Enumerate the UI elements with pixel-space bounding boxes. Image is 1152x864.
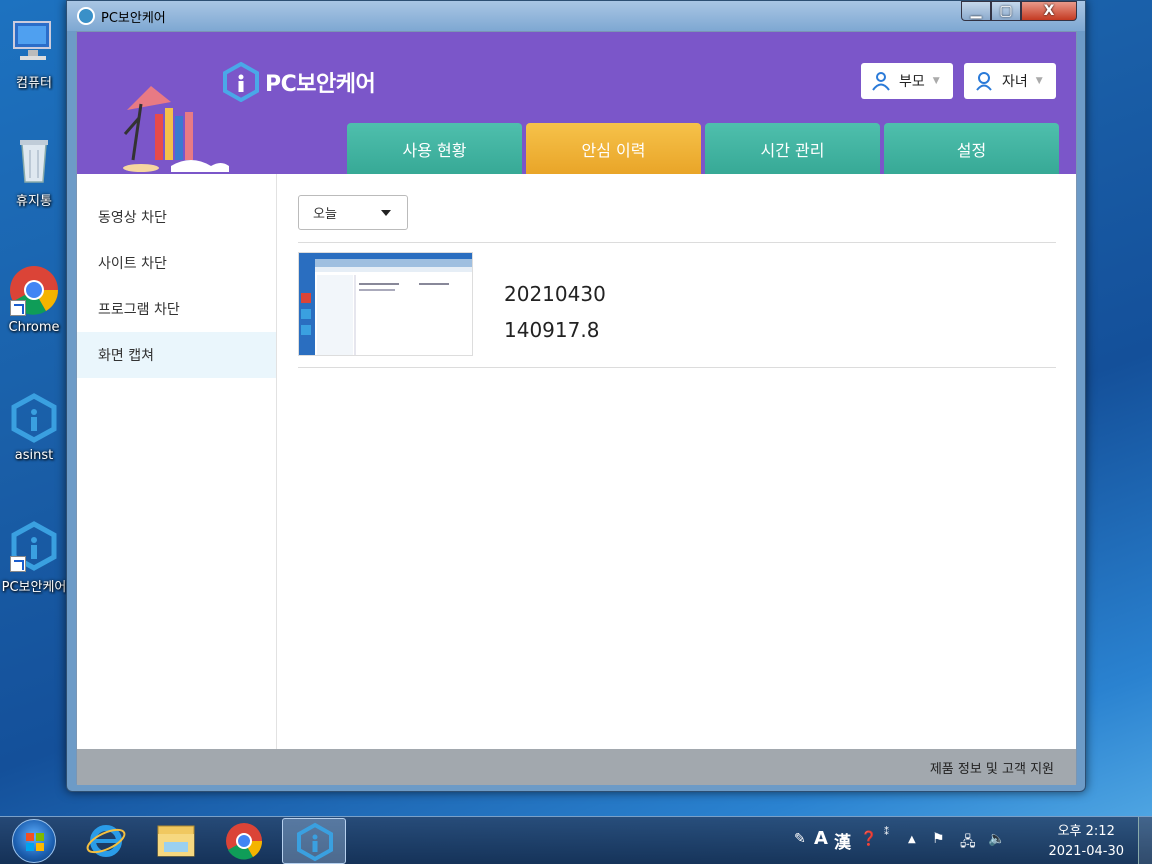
desktop-icon-computer[interactable]: 컴퓨터: [0, 16, 68, 91]
chrome-icon: [226, 823, 263, 860]
capture-info: 20210430 140917.8: [504, 276, 606, 348]
title-bar[interactable]: PC보안케어 ▁ ▢ X: [67, 1, 1085, 31]
parent-user-label: 부모: [899, 74, 925, 90]
pc-care-icon: [297, 822, 333, 862]
date-filter-value: 오늘: [313, 207, 337, 222]
maximize-button[interactable]: ▢: [991, 1, 1021, 21]
desktop-icon-pc-care[interactable]: PC보안케어: [0, 520, 68, 595]
chrome-icon: [8, 264, 60, 316]
child-icon: [976, 72, 992, 91]
maximize-icon: ▢: [999, 3, 1013, 19]
chevron-down-icon: [381, 210, 391, 216]
app-header: PC보안케어 부모 ▼ 자녀 ▼ 사용 현황 안심 이력 시간 관리 설정: [77, 32, 1076, 174]
windows-logo-icon: [26, 833, 44, 851]
minimize-button[interactable]: ▁: [961, 1, 991, 21]
internet-explorer-icon: [86, 825, 126, 857]
volume-icon[interactable]: 🔈: [988, 831, 1005, 847]
divider: [298, 242, 1056, 243]
close-button[interactable]: X: [1021, 1, 1077, 21]
network-icon[interactable]: 🖧: [960, 831, 976, 855]
sidebar-item-program-block[interactable]: 프로그램 차단: [77, 286, 276, 332]
tab-usage-status[interactable]: 사용 현황: [347, 123, 522, 174]
tab-time-management[interactable]: 시간 관리: [705, 123, 880, 174]
file-explorer-icon: [157, 825, 195, 857]
date-filter-dropdown[interactable]: 오늘: [298, 195, 408, 230]
app-footer: 제품 정보 및 고객 지원: [77, 749, 1076, 785]
chevron-down-icon: ▼: [1035, 76, 1043, 86]
tab-settings[interactable]: 설정: [884, 123, 1059, 174]
close-icon: X: [1043, 3, 1055, 19]
app-client-area: PC보안케어 부모 ▼ 자녀 ▼ 사용 현황 안심 이력 시간 관리 설정 동영…: [76, 31, 1078, 785]
person-icon: [872, 72, 890, 91]
taskbar-pc-care[interactable]: [282, 818, 346, 864]
help-icon[interactable]: ❓: [860, 831, 877, 847]
clock-date: 2021-04-30: [1048, 844, 1124, 859]
action-center-flag-icon[interactable]: ⚑: [932, 831, 945, 847]
ime-hanja-icon[interactable]: 漢: [834, 828, 851, 853]
capture-list-item[interactable]: 20210430 140917.8: [298, 252, 1056, 356]
tab-safety-history[interactable]: 안심 이력: [526, 123, 701, 174]
main-content: 오늘 20210430 140917.8: [277, 174, 1078, 749]
main-tabs: 사용 현황 안심 이력 시간 관리 설정: [347, 123, 1063, 174]
capture-date: 20210430: [504, 282, 606, 306]
recycle-bin-icon: [8, 134, 60, 186]
sidebar-item-video-block[interactable]: 동영상 차단: [77, 194, 276, 240]
taskbar-clock[interactable]: 오후 2:12 2021-04-30: [1048, 822, 1124, 862]
show-desktop-button[interactable]: [1138, 817, 1152, 864]
product-support-link[interactable]: 제품 정보 및 고객 지원: [930, 758, 1054, 777]
pc-care-logo-icon: [223, 62, 259, 102]
ime-mode-icon[interactable]: A: [814, 828, 828, 849]
system-tray: ✎ A 漢 ❓ ⁑ ▲ ⚑ 🖧 🔈 오후 2:12 2021-04-30: [792, 817, 1152, 864]
minimize-icon: ▁: [970, 3, 982, 19]
shortcut-arrow-icon: [10, 556, 26, 572]
computer-icon: [8, 16, 60, 68]
ime-tool-icon[interactable]: ✎: [794, 831, 806, 847]
parent-user-button[interactable]: 부모 ▼: [861, 63, 953, 99]
window-controls: ▁ ▢ X: [961, 1, 1077, 21]
taskbar-chrome[interactable]: [212, 818, 276, 864]
desktop-icon-chrome[interactable]: Chrome: [0, 264, 68, 335]
clock-time: 오후 2:12: [1057, 824, 1115, 839]
taskbar: ✎ A 漢 ❓ ⁑ ▲ ⚑ 🖧 🔈 오후 2:12 2021-04-30: [0, 816, 1152, 864]
sidebar: 동영상 차단 사이트 차단 프로그램 차단 화면 캡쳐: [77, 174, 277, 749]
child-user-label: 자녀: [1002, 74, 1028, 90]
desktop-icon-label: 컴퓨터: [16, 76, 52, 91]
sidebar-item-site-block[interactable]: 사이트 차단: [77, 240, 276, 286]
start-button[interactable]: [12, 819, 56, 863]
chevron-down-icon: ▼: [932, 76, 940, 86]
app-window: PC보안케어 ▁ ▢ X PC보안케어 부모 ▼ 자녀 ▼ 사용 현황 안심 이…: [66, 0, 1086, 792]
desktop-icon-label: Chrome: [8, 320, 60, 335]
pc-care-icon: [8, 392, 60, 444]
capture-time: 140917.8: [504, 318, 600, 342]
pc-care-icon: [8, 520, 60, 572]
desktop-icon-asinst[interactable]: asinst: [0, 392, 68, 463]
screenshot-thumbnail-icon: [299, 253, 472, 355]
child-user-button[interactable]: 자녀 ▼: [964, 63, 1056, 99]
ime-options-icon[interactable]: ⁑: [884, 827, 889, 838]
desktop-icon-recycle-bin[interactable]: 휴지통: [0, 134, 68, 209]
window-title: PC보안케어: [101, 11, 166, 26]
show-hidden-icons-chevron-icon[interactable]: ▲: [908, 834, 916, 845]
app-logo: PC보안케어: [223, 62, 376, 102]
sidebar-item-screen-capture[interactable]: 화면 캡쳐: [77, 332, 276, 378]
logo-text: PC보안케어: [265, 72, 376, 97]
capture-thumbnail[interactable]: [298, 252, 473, 356]
lamp-books-illustration-icon: [123, 86, 229, 172]
divider: [298, 367, 1056, 368]
app-title-icon: [77, 7, 95, 25]
desktop-icon-label: asinst: [14, 448, 54, 463]
desktop-icon-label: PC보안케어: [1, 580, 67, 595]
shortcut-arrow-icon: [10, 300, 26, 316]
desktop-icon-label: 휴지통: [16, 194, 52, 209]
taskbar-file-explorer[interactable]: [144, 818, 208, 864]
taskbar-internet-explorer[interactable]: [74, 818, 138, 864]
